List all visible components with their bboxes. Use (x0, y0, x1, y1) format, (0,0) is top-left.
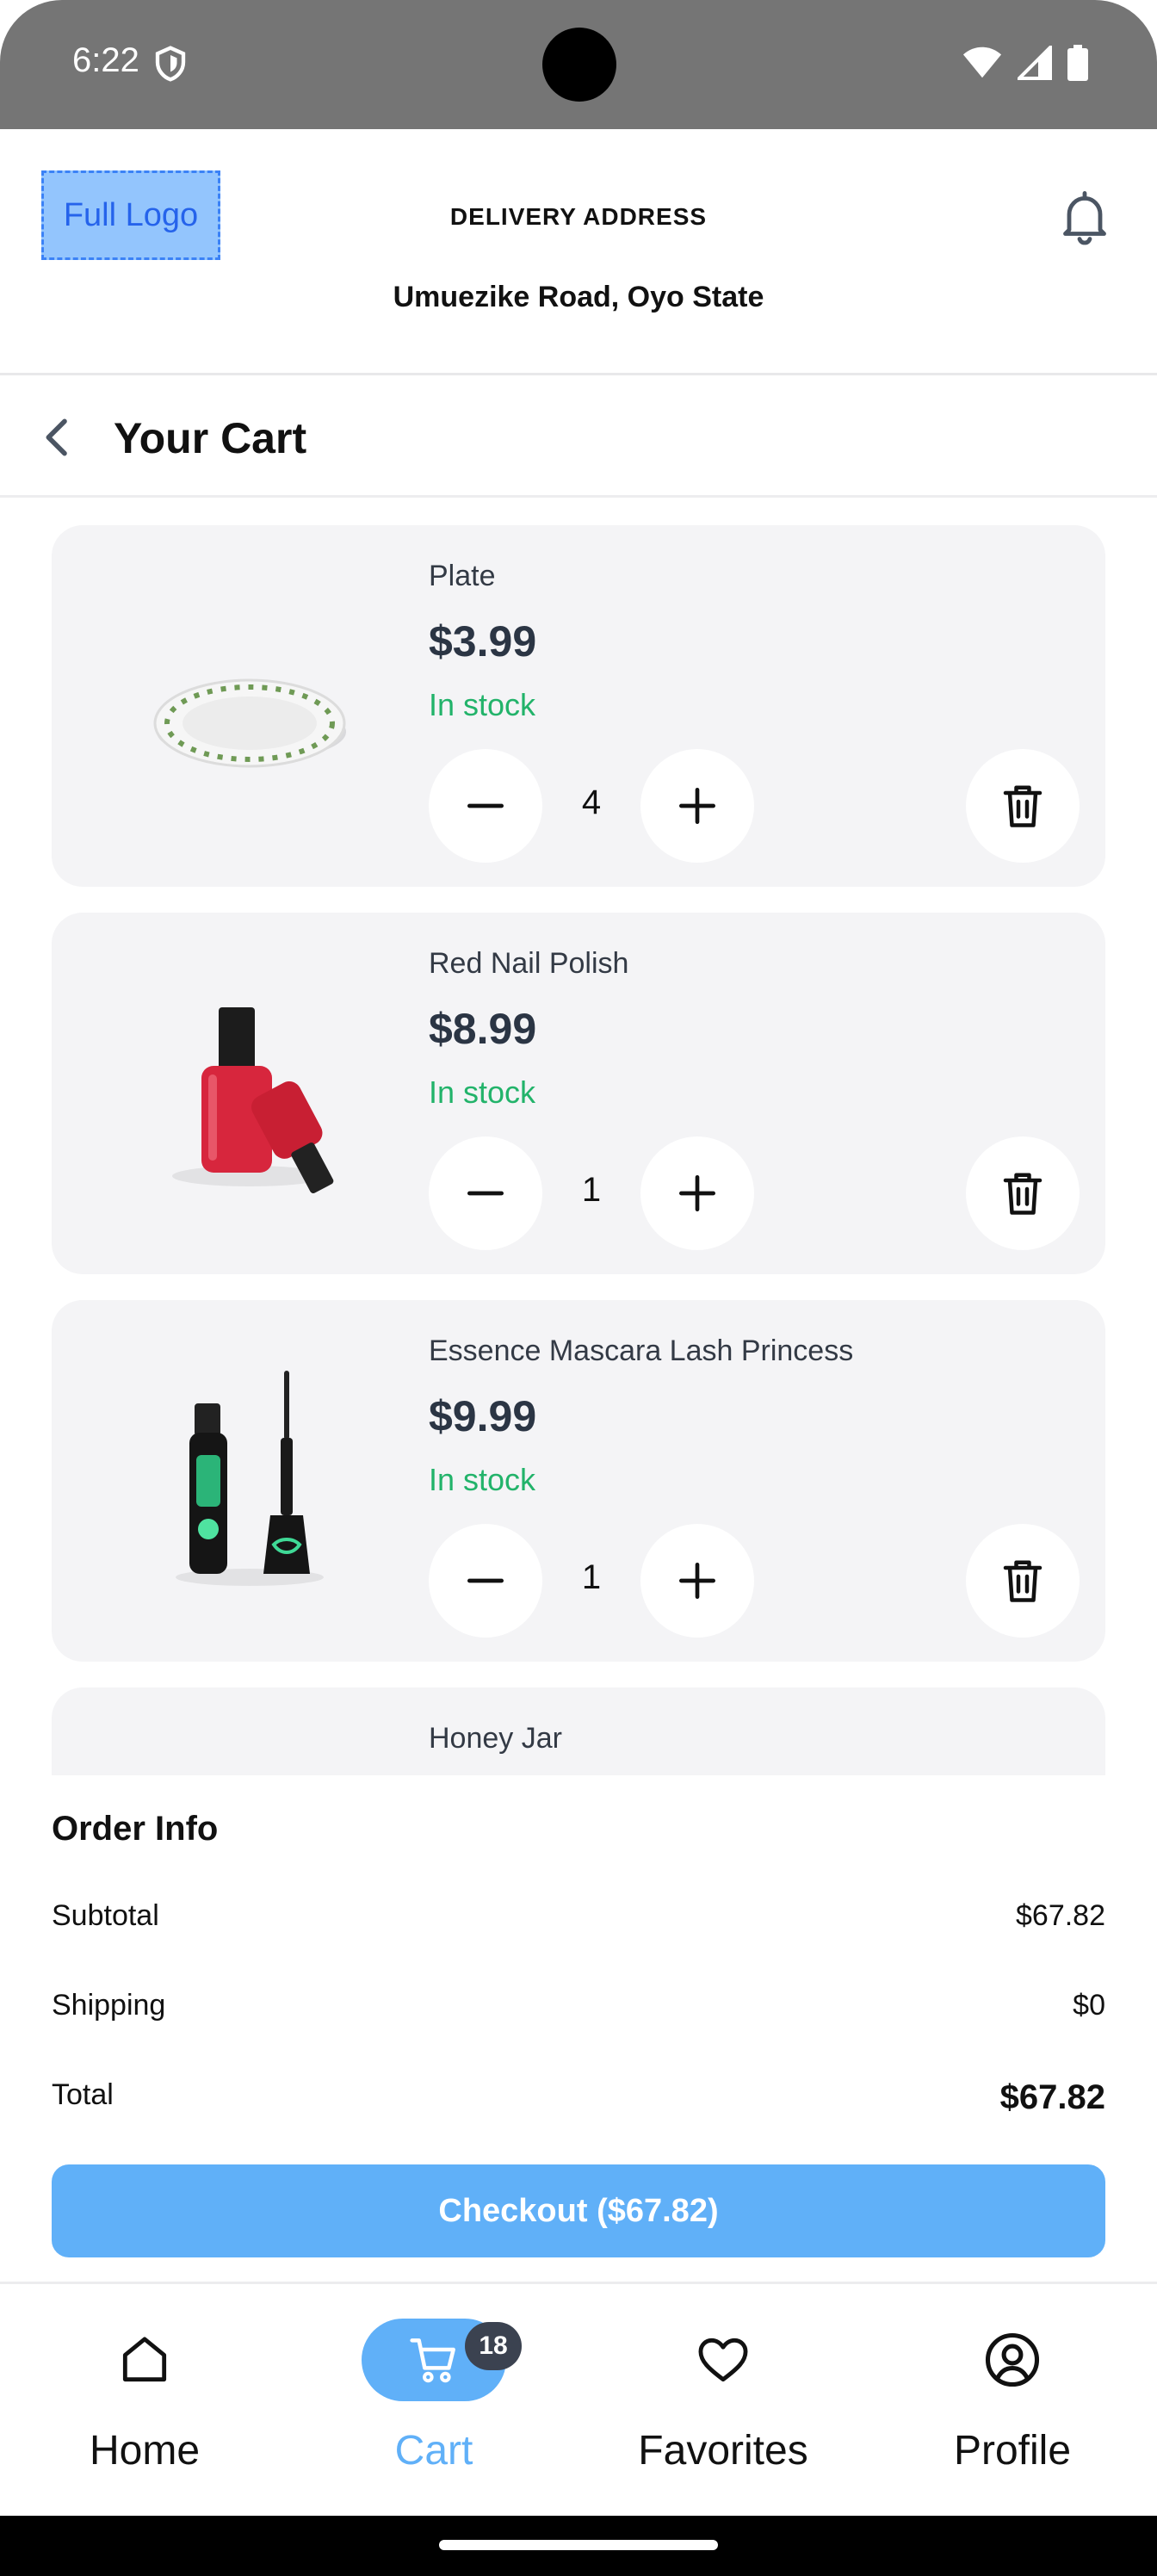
delivery-address-label: DELIVERY ADDRESS (449, 203, 708, 230)
nav-label: Home (89, 2428, 201, 2474)
nav-label: Profile (953, 2428, 1072, 2474)
item-name: Essence Mascara Lash Princess (429, 1334, 854, 1367)
stock-status: In stock (429, 1074, 536, 1110)
item-name: Plate (429, 560, 496, 592)
battery-icon (1067, 45, 1088, 81)
home-icon (122, 2337, 167, 2382)
nav-item-home[interactable]: Home (0, 2284, 289, 2518)
shipping-label: Shipping (52, 1989, 166, 2022)
quantity-value: 1 (581, 1558, 602, 1596)
item-name: Honey Jar (429, 1722, 562, 1755)
plus-icon (679, 788, 715, 824)
trash-icon (1003, 1173, 1043, 1215)
nav-icon-container (940, 2319, 1085, 2401)
plus-icon (679, 1563, 715, 1599)
page-title: Your Cart (114, 414, 307, 462)
quantity-value: 1 (581, 1171, 602, 1209)
stock-status: In stock (429, 687, 536, 722)
minus-icon (467, 803, 504, 808)
increase-quantity-button[interactable] (640, 1524, 754, 1638)
cart-item: Essence Mascara Lash Princess $9.99 In s… (52, 1300, 1105, 1662)
nav-icon-container (651, 2319, 795, 2401)
item-name: Red Nail Polish (429, 947, 629, 980)
total-row: Total $67.82 (52, 2078, 1105, 2117)
bottom-navigation: Home 18 Cart Favorites Profile (0, 2282, 1157, 2516)
subtotal-value: $67.82 (1016, 1899, 1105, 1932)
product-image-plate (153, 678, 346, 768)
bell-icon[interactable] (1054, 186, 1116, 248)
order-info-panel: Order Info Subtotal $67.82 Shipping $0 T… (0, 1775, 1157, 2282)
delivery-address[interactable]: Umuezike Road, Oyo State (0, 281, 1157, 314)
product-image-mascara (176, 1371, 324, 1586)
camera-cutout (542, 28, 616, 102)
item-price: $3.99 (429, 617, 537, 666)
cart-item: Plate $3.99 In stock 4 (52, 525, 1105, 887)
system-navigation-area (0, 2516, 1157, 2576)
remove-item-button[interactable] (966, 1524, 1080, 1638)
remove-item-button[interactable] (966, 1136, 1080, 1250)
shipping-value: $0 (1073, 1989, 1105, 2022)
checkout-button[interactable]: Checkout ($67.82) (52, 2164, 1105, 2257)
nav-label: Favorites (638, 2428, 808, 2474)
subtotal-label: Subtotal (52, 1899, 159, 1932)
page-title-bar: Your Cart (0, 375, 1157, 498)
cart-item: Honey Jar (52, 1687, 1105, 1775)
status-bar: 6:22 (0, 0, 1157, 129)
decrease-quantity-button[interactable] (429, 1524, 542, 1638)
cellular-signal-icon (1018, 46, 1052, 80)
order-info-title: Order Info (52, 1810, 219, 1848)
nav-icon-container: 18 (362, 2319, 522, 2401)
stock-status: In stock (429, 1462, 536, 1497)
product-image-nail-polish (172, 1007, 334, 1194)
increase-quantity-button[interactable] (640, 1136, 754, 1250)
increase-quantity-button[interactable] (640, 749, 754, 863)
home-gesture-bar[interactable] (439, 2540, 718, 2550)
cart-item-list[interactable]: Plate $3.99 In stock 4 Red Nail Polish $… (0, 498, 1157, 1775)
minus-icon (467, 1578, 504, 1583)
item-price: $8.99 (429, 1005, 537, 1053)
total-label: Total (52, 2078, 114, 2111)
nav-label: Cart (394, 2428, 473, 2474)
shipping-row: Shipping $0 (52, 1989, 1105, 2022)
trash-icon (1003, 785, 1043, 827)
cart-icon (410, 2338, 455, 2383)
nav-item-favorites[interactable]: Favorites (578, 2284, 868, 2518)
profile-icon (985, 2332, 1040, 2387)
remove-item-button[interactable] (966, 749, 1080, 863)
wifi-icon (962, 46, 1002, 78)
decrease-quantity-button[interactable] (429, 749, 542, 863)
plus-icon (679, 1175, 715, 1211)
product-image-honey-jar (129, 1748, 370, 1775)
nav-item-profile[interactable]: Profile (868, 2284, 1157, 2518)
shield-icon (155, 46, 186, 82)
item-price: $9.99 (429, 1392, 537, 1440)
heart-icon (698, 2338, 748, 2382)
cart-count-badge: 18 (465, 2322, 522, 2370)
app-header: Full Logo DELIVERY ADDRESS Umuezike Road… (0, 129, 1157, 375)
cart-item: Red Nail Polish $8.99 In stock 1 (52, 913, 1105, 1274)
total-value: $67.82 (999, 2078, 1105, 2116)
back-arrow-icon[interactable] (34, 413, 83, 461)
quantity-value: 4 (581, 783, 602, 821)
subtotal-row: Subtotal $67.82 (52, 1899, 1105, 1933)
nav-item-cart[interactable]: 18 Cart (289, 2284, 578, 2518)
trash-icon (1003, 1560, 1043, 1602)
minus-icon (467, 1191, 504, 1196)
decrease-quantity-button[interactable] (429, 1136, 542, 1250)
nav-icon-container (72, 2319, 217, 2401)
status-time: 6:22 (72, 41, 139, 79)
